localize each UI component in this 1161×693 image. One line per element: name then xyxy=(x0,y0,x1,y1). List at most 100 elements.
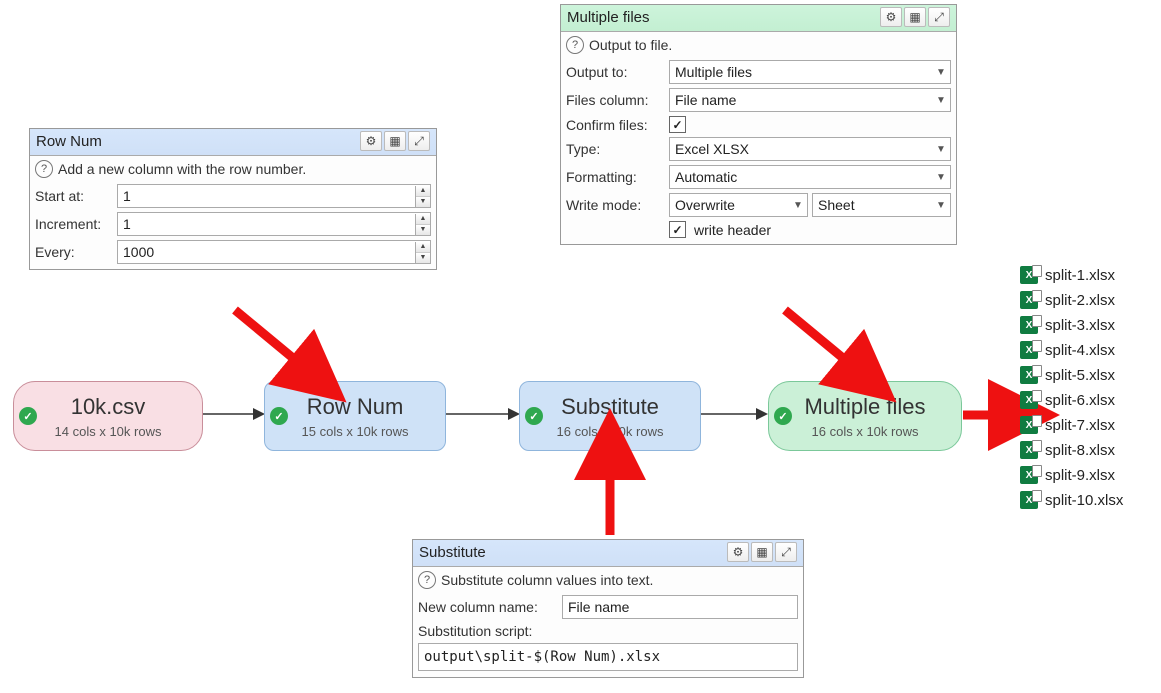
expand-icon[interactable]: ⤢ xyxy=(928,7,950,27)
script-label: Substitution script: xyxy=(418,623,532,639)
excel-icon: X xyxy=(1020,491,1038,509)
output-file-name: split-10.xlsx xyxy=(1045,492,1123,509)
rownum-title-text: Row Num xyxy=(36,133,102,150)
excel-icon: X xyxy=(1020,316,1038,334)
output-file-item[interactable]: Xsplit-5.xlsx xyxy=(1020,366,1123,384)
substitute-title-text: Substitute xyxy=(419,544,486,561)
formatting-value: Automatic xyxy=(670,169,932,185)
output-file-item[interactable]: Xsplit-4.xlsx xyxy=(1020,341,1123,359)
substitute-panel: Substitute ⚙ ▦ ⤢ ? Substitute column val… xyxy=(412,539,804,678)
substitute-help: ? Substitute column values into text. xyxy=(413,567,803,593)
excel-icon: X xyxy=(1020,391,1038,409)
chevron-down-icon: ▼ xyxy=(932,67,950,78)
excel-icon: X xyxy=(1020,441,1038,459)
output-to-label: Output to: xyxy=(566,64,665,80)
output-file-name: split-1.xlsx xyxy=(1045,267,1115,284)
output-file-name: split-8.xlsx xyxy=(1045,442,1115,459)
type-select[interactable]: Excel XLSX ▼ xyxy=(669,137,951,161)
red-arrow xyxy=(770,300,890,393)
rownum-panel: Row Num ⚙ ▦ ⤢ ? Add a new column with th… xyxy=(29,128,437,270)
write-mode-b-select[interactable]: Sheet ▼ xyxy=(812,193,951,217)
node-source-meta: 14 cols x 10k rows xyxy=(55,424,162,439)
spin-up-icon[interactable]: ▲ xyxy=(416,242,430,253)
node-rownum-meta: 15 cols x 10k rows xyxy=(302,424,409,439)
script-input[interactable]: output\split-$(Row Num).xlsx xyxy=(418,643,798,671)
excel-icon: X xyxy=(1020,366,1038,384)
check-icon: ✓ xyxy=(270,407,288,425)
node-source[interactable]: ✓ 10k.csv 14 cols x 10k rows xyxy=(13,381,203,451)
output-to-value: Multiple files xyxy=(670,64,932,80)
chevron-down-icon: ▼ xyxy=(932,95,950,106)
help-icon[interactable]: ? xyxy=(35,160,53,178)
files-column-value: File name xyxy=(670,92,932,108)
spin-up-icon[interactable]: ▲ xyxy=(416,214,430,225)
output-file-name: split-2.xlsx xyxy=(1045,292,1115,309)
gear-icon[interactable]: ⚙ xyxy=(360,131,382,151)
excel-icon: X xyxy=(1020,266,1038,284)
excel-icon: X xyxy=(1020,341,1038,359)
gear-icon[interactable]: ⚙ xyxy=(727,542,749,562)
check-icon: ✓ xyxy=(525,407,543,425)
chevron-down-icon: ▼ xyxy=(789,200,807,211)
confirm-files-checkbox[interactable]: ✓ xyxy=(669,116,686,133)
output-file-item[interactable]: Xsplit-8.xlsx xyxy=(1020,441,1123,459)
expand-icon[interactable]: ⤢ xyxy=(775,542,797,562)
spin-down-icon[interactable]: ▼ xyxy=(416,197,430,207)
excel-icon: X xyxy=(1020,466,1038,484)
grid-icon[interactable]: ▦ xyxy=(751,542,773,562)
node-substitute[interactable]: ✓ Substitute 16 cols x 10k rows xyxy=(519,381,701,451)
chevron-down-icon: ▼ xyxy=(932,144,950,155)
start-value: 1 xyxy=(118,188,415,204)
grid-icon[interactable]: ▦ xyxy=(384,131,406,151)
excel-icon: X xyxy=(1020,416,1038,434)
output-file-item[interactable]: Xsplit-3.xlsx xyxy=(1020,316,1123,334)
node-substitute-meta: 16 cols x 10k rows xyxy=(557,424,664,439)
gear-icon[interactable]: ⚙ xyxy=(880,7,902,27)
write-header-checkbox[interactable]: ✓ xyxy=(669,221,686,238)
every-input[interactable]: 1000 ▲▼ xyxy=(117,240,431,264)
help-icon[interactable]: ? xyxy=(566,36,584,54)
rownum-panel-title: Row Num ⚙ ▦ ⤢ xyxy=(30,129,436,156)
excel-icon: X xyxy=(1020,291,1038,309)
chevron-down-icon: ▼ xyxy=(932,200,950,211)
increment-label: Increment: xyxy=(35,216,113,232)
expand-icon[interactable]: ⤢ xyxy=(408,131,430,151)
formatting-select[interactable]: Automatic ▼ xyxy=(669,165,951,189)
output-file-item[interactable]: Xsplit-9.xlsx xyxy=(1020,466,1123,484)
multiple-help: ? Output to file. xyxy=(561,32,956,58)
formatting-label: Formatting: xyxy=(566,169,665,185)
spin-down-icon[interactable]: ▼ xyxy=(416,225,430,235)
output-to-select[interactable]: Multiple files ▼ xyxy=(669,60,951,84)
spin-down-icon[interactable]: ▼ xyxy=(416,253,430,263)
check-icon: ✓ xyxy=(774,407,792,425)
node-multiple-title: Multiple files xyxy=(804,394,925,420)
multiple-panel: Multiple files ⚙ ▦ ⤢ ? Output to file. O… xyxy=(560,4,957,245)
output-file-name: split-6.xlsx xyxy=(1045,392,1115,409)
rownum-help-text: Add a new column with the row number. xyxy=(58,161,306,177)
write-mode-value: Overwrite xyxy=(670,197,789,213)
red-arrow xyxy=(220,300,340,393)
red-arrow xyxy=(958,395,1023,438)
node-rownum-title: Row Num xyxy=(307,394,404,420)
every-label: Every: xyxy=(35,244,113,260)
output-file-item[interactable]: Xsplit-1.xlsx xyxy=(1020,266,1123,284)
output-file-name: split-3.xlsx xyxy=(1045,317,1115,334)
grid-icon[interactable]: ▦ xyxy=(904,7,926,27)
node-multiple-meta: 16 cols x 10k rows xyxy=(812,424,919,439)
new-col-input[interactable]: File name xyxy=(562,595,798,619)
output-file-list: Xsplit-1.xlsxXsplit-2.xlsxXsplit-3.xlsxX… xyxy=(1020,266,1123,509)
multiple-title-text: Multiple files xyxy=(567,9,650,26)
write-mode-select[interactable]: Overwrite ▼ xyxy=(669,193,808,217)
new-col-label: New column name: xyxy=(418,599,558,615)
output-file-item[interactable]: Xsplit-2.xlsx xyxy=(1020,291,1123,309)
files-column-select[interactable]: File name ▼ xyxy=(669,88,951,112)
start-input[interactable]: 1 ▲▼ xyxy=(117,184,431,208)
output-file-item[interactable]: Xsplit-6.xlsx xyxy=(1020,391,1123,409)
spin-up-icon[interactable]: ▲ xyxy=(416,186,430,197)
check-icon: ✓ xyxy=(19,407,37,425)
help-icon[interactable]: ? xyxy=(418,571,436,589)
output-file-item[interactable]: Xsplit-7.xlsx xyxy=(1020,416,1123,434)
output-file-item[interactable]: Xsplit-10.xlsx xyxy=(1020,491,1123,509)
write-header-label: write header xyxy=(694,222,771,238)
increment-input[interactable]: 1 ▲▼ xyxy=(117,212,431,236)
